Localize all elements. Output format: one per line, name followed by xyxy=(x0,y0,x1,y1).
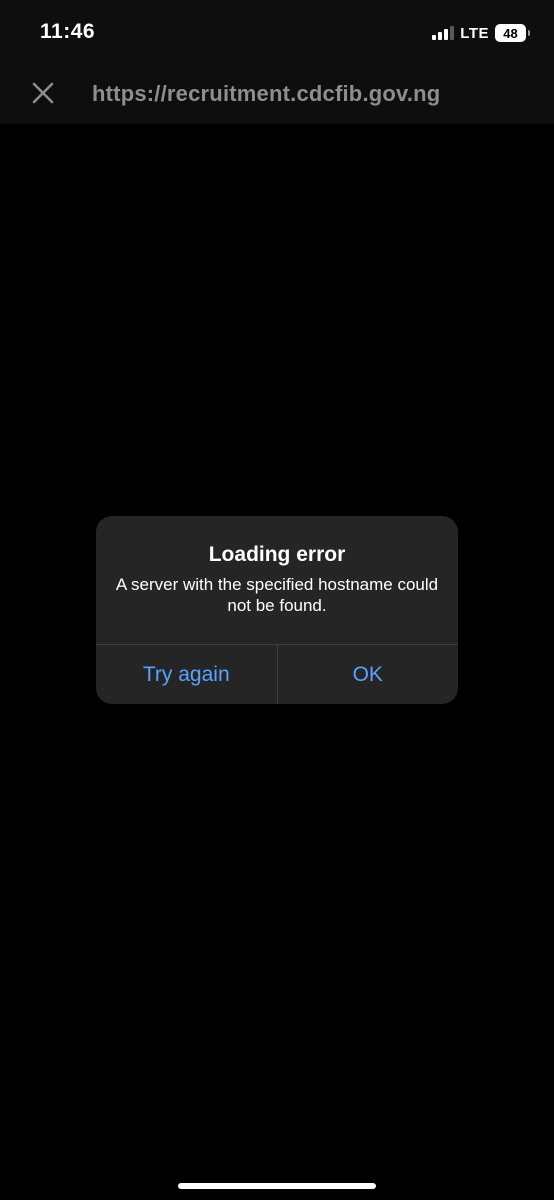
status-time: 11:46 xyxy=(40,20,96,43)
network-type: LTE xyxy=(460,24,489,42)
signal-strength-icon xyxy=(432,26,455,40)
battery-icon: 48 xyxy=(495,24,526,42)
dialog-title: Loading error xyxy=(208,543,346,566)
app-screen: 11:46 LTE 48 https://recruitment.cdcfib.… xyxy=(0,0,554,1200)
close-button[interactable] xyxy=(28,78,58,108)
dialog-actions: Try again OK xyxy=(96,644,458,704)
ok-button[interactable]: OK xyxy=(278,645,459,704)
try-again-button[interactable]: Try again xyxy=(96,645,278,704)
loading-error-dialog: Loading error A server with the specifie… xyxy=(96,516,458,704)
status-indicators: LTE 48 xyxy=(432,22,530,44)
battery-tip xyxy=(528,30,530,36)
battery-level: 48 xyxy=(503,25,518,41)
home-indicator[interactable] xyxy=(178,1183,376,1189)
dialog-message: A server with the specified hostname cou… xyxy=(115,575,439,615)
url-display[interactable]: https://recruitment.cdcfib.gov.ng xyxy=(92,81,440,107)
browser-toolbar: https://recruitment.cdcfib.gov.ng xyxy=(0,62,554,124)
dialog-body: Loading error A server with the specifie… xyxy=(96,516,458,644)
status-bar: 11:46 LTE 48 xyxy=(0,0,554,62)
close-icon xyxy=(32,82,54,104)
